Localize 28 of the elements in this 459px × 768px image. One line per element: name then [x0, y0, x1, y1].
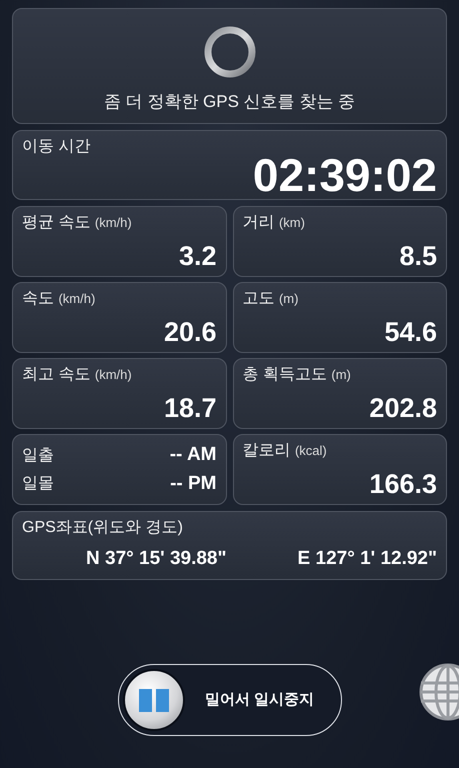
stat-label: 거리 (km)	[242, 213, 306, 232]
stat-value: 54.6	[384, 318, 437, 346]
pause-slider[interactable]: 밀어서 일시중지	[118, 664, 342, 736]
moving-time-label: 이동 시간	[22, 137, 92, 156]
stat-label: 총 획득고도 (m)	[242, 365, 352, 384]
sun-time-label: 일몰	[22, 474, 54, 494]
pause-slider-label: 밀어서 일시중지	[205, 690, 314, 710]
stat-value: 3.2	[178, 242, 216, 270]
sun-time-label: 일출	[22, 446, 54, 465]
longitude-value: E 127° 1' 12.92"	[298, 546, 437, 570]
stat-value: 166.3	[369, 470, 437, 498]
gps-label: GPS좌표(위도와 경도)	[22, 518, 184, 538]
stat-value: 18.7	[164, 394, 216, 422]
sun-time-value: -- PM	[170, 472, 216, 496]
stat-label: 고도 (m)	[242, 289, 300, 308]
stat-value: 20.6	[164, 318, 216, 346]
stat-label: 최고 속도 (km/h)	[22, 365, 133, 384]
latitude-value: N 37° 15' 39.88"	[86, 546, 226, 570]
stat-label: 평균 속도 (km/h)	[22, 213, 133, 232]
stat-label: 속도 (km/h)	[22, 289, 96, 308]
globe-icon[interactable]	[418, 662, 459, 722]
moving-time-value: 02:39:02	[252, 152, 437, 198]
status-message: 좀 더 정확한 GPS 신호를 찾는 중	[104, 91, 356, 114]
stat-value: 202.8	[369, 394, 437, 422]
stat-value: 8.5	[399, 242, 437, 270]
stat-label: 칼로리 (kcal)	[242, 441, 328, 460]
loading-spinner-icon	[202, 25, 256, 80]
sun-time-value: -- AM	[170, 443, 216, 467]
